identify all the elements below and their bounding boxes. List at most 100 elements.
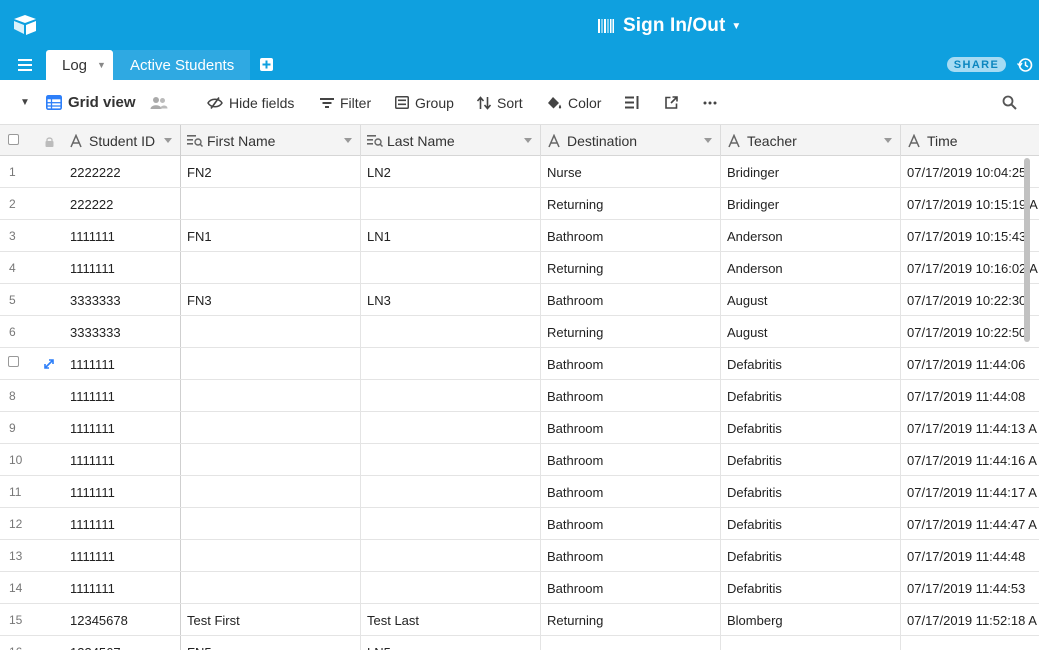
cell-time[interactable]: 07/17/2019 11:44:08 [900,380,1039,412]
cell-last-name[interactable] [360,252,540,284]
expand-record-icon[interactable] [44,359,54,369]
row-height-button[interactable] [625,80,645,125]
cell-time[interactable]: 07/17/2019 10:15:19 A [900,188,1039,220]
cell-first-name[interactable] [180,252,360,284]
search-icon[interactable] [1002,95,1017,110]
cell-time[interactable]: 07/17/2019 11:44:17 A [900,476,1039,508]
cell-teacher[interactable]: Anderson [720,220,900,252]
column-header-time[interactable]: Time [901,125,1039,156]
table-row[interactable]: 2 222222 Returning Bridinger 07/17/2019 10:1… [0,188,1039,220]
column-menu-caret[interactable] [884,138,892,143]
share-button[interactable]: SHARE [947,57,1006,72]
cell-student-id[interactable]: 1111111 [63,412,180,444]
cell-student-id[interactable]: 1111111 [63,508,180,540]
column-menu-caret[interactable] [344,138,352,143]
cell-time[interactable]: 07/17/2019 10:22:50 [900,316,1039,348]
cell-student-id[interactable]: 1111111 [63,380,180,412]
cell-first-name[interactable]: FN3 [180,284,360,316]
column-header-student-id[interactable]: Student ID [63,125,181,156]
history-icon[interactable] [1017,57,1033,73]
select-all-checkbox[interactable] [8,134,19,145]
cell-last-name[interactable]: LN2 [360,156,540,188]
cell-destination[interactable]: Nurse [540,156,720,188]
table-row[interactable]: 8 1111111 Bathroom Defabritis 07/17/2019 11:… [0,380,1039,412]
cell-time[interactable]: 07/17/2019 11:44:47 A [900,508,1039,540]
cell-student-id[interactable]: 1111111 [63,252,180,284]
cell-time[interactable]: 07/17/2019 11:44:06 [900,348,1039,380]
cell-time[interactable]: 07/17/2019 10:16:02 A [900,252,1039,284]
tab-log[interactable]: Log ▼ [46,50,113,80]
cell-teacher[interactable]: Defabritis [720,380,900,412]
cell-teacher[interactable]: August [720,284,900,316]
table-row[interactable]: 14 1111111 Bathroom Defabritis 07/17/2019 11… [0,572,1039,604]
cell-teacher[interactable]: Defabritis [720,444,900,476]
cell-time[interactable]: 07/17/2019 11:44:16 A [900,444,1039,476]
cell-destination[interactable] [540,636,720,650]
cell-first-name[interactable] [180,540,360,572]
table-row[interactable]: 15 12345678 Test First Test Last Returning Bl… [0,604,1039,636]
cell-time[interactable]: 07/17/2019 11:44:13 A [900,412,1039,444]
cell-teacher[interactable]: Defabritis [720,412,900,444]
cell-destination[interactable]: Returning [540,604,720,636]
cell-first-name[interactable] [180,572,360,604]
cell-destination[interactable]: Bathroom [540,220,720,252]
cell-last-name[interactable] [360,572,540,604]
cell-student-id[interactable]: 1111111 [63,572,180,604]
hide-fields-button[interactable]: Hide fields [207,80,294,125]
cell-student-id[interactable]: 3333333 [63,284,180,316]
cell-student-id[interactable]: 1111111 [63,444,180,476]
cell-last-name[interactable] [360,316,540,348]
cell-destination[interactable]: Bathroom [540,380,720,412]
cell-first-name[interactable] [180,380,360,412]
airtable-logo-icon[interactable] [13,14,37,36]
view-switcher[interactable]: Grid view [46,80,136,125]
cell-last-name[interactable]: LN1 [360,220,540,252]
table-row[interactable]: 11 1111111 Bathroom Defabritis 07/17/2019 11… [0,476,1039,508]
cell-destination[interactable]: Bathroom [540,444,720,476]
cell-teacher[interactable]: Blomberg [720,604,900,636]
cell-student-id[interactable]: 222222 [63,188,180,220]
cell-destination[interactable]: Bathroom [540,412,720,444]
cell-last-name[interactable] [360,412,540,444]
cell-last-name[interactable]: Test Last [360,604,540,636]
cell-last-name[interactable]: LN3 [360,284,540,316]
cell-destination[interactable]: Returning [540,188,720,220]
cell-first-name[interactable]: FN2 [180,156,360,188]
vertical-scrollbar[interactable] [1024,158,1030,342]
cell-first-name[interactable] [180,188,360,220]
cell-time[interactable]: 07/17/2019 11:52:18 A [900,604,1039,636]
cell-teacher[interactable]: Defabritis [720,348,900,380]
hamburger-icon[interactable] [18,59,32,71]
caret-down-icon[interactable]: ▼ [20,97,30,108]
cell-destination[interactable]: Bathroom [540,348,720,380]
cell-last-name[interactable] [360,540,540,572]
cell-time[interactable] [900,636,1039,650]
color-button[interactable]: Color [547,80,601,125]
cell-destination[interactable]: Returning [540,316,720,348]
cell-teacher[interactable]: Defabritis [720,540,900,572]
cell-last-name[interactable] [360,508,540,540]
cell-destination[interactable]: Bathroom [540,540,720,572]
cell-last-name[interactable] [360,444,540,476]
cell-teacher[interactable]: Defabritis [720,572,900,604]
cell-last-name[interactable] [360,188,540,220]
cell-student-id[interactable]: 2222222 [63,156,180,188]
cell-time[interactable]: 07/17/2019 11:44:48 [900,540,1039,572]
table-row[interactable]: 1 2222222 FN2 LN2 Nurse Bridinger 07/17/2019 1… [0,156,1039,188]
cell-teacher[interactable]: Anderson [720,252,900,284]
table-row[interactable]: 12 1111111 Bathroom Defabritis 07/17/2019 11… [0,508,1039,540]
base-title-menu[interactable]: Sign In/Out ▼ [597,14,741,38]
column-header-first-name[interactable]: First Name [181,125,361,156]
table-row[interactable]: 5 3333333 FN3 LN3 Bathroom August 07/17/2019 1… [0,284,1039,316]
table-row[interactable]: 9 1111111 Bathroom Defabritis 07/17/2019 11:… [0,412,1039,444]
table-row[interactable]: 10 1111111 Bathroom Defabritis 07/17/2019 11… [0,444,1039,476]
cell-student-id[interactable]: 1234567 [63,636,180,650]
column-menu-caret[interactable] [704,138,712,143]
cell-teacher[interactable] [720,636,900,650]
filter-button[interactable]: Filter [320,80,371,125]
cell-teacher[interactable]: Defabritis [720,476,900,508]
plus-square-icon[interactable] [260,58,273,71]
cell-student-id[interactable]: 1111111 [63,476,180,508]
cell-student-id[interactable]: 1111111 [63,540,180,572]
table-row[interactable]: 3 1111111 FN1 LN1 Bathroom Anderson 07/17/2019… [0,220,1039,252]
